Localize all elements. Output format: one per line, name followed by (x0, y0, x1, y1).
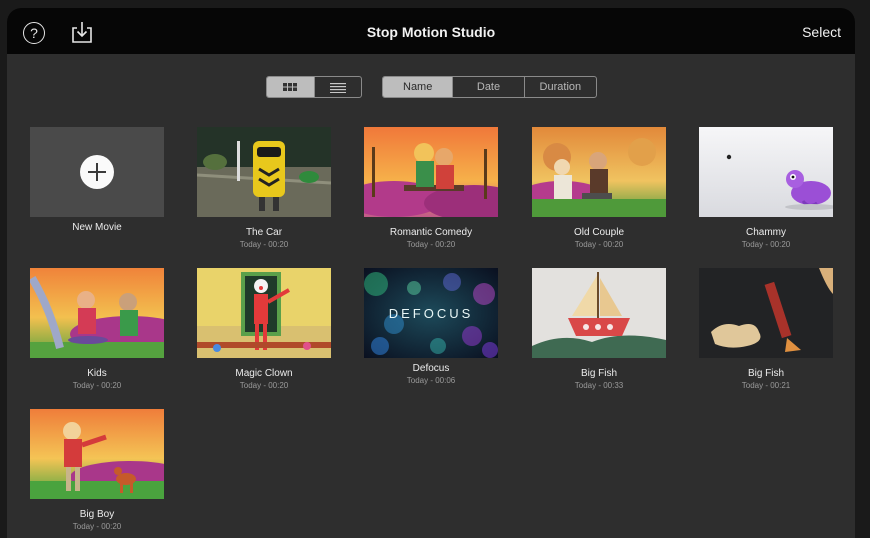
movie-thumbnail-magic-clown (197, 268, 331, 358)
movie-thumbnail-the-car (196, 127, 332, 217)
movie-thumbnail-kids (28, 268, 190, 358)
movie-tile[interactable]: Magic Clown Today - 00:20 (197, 268, 331, 392)
new-movie-tile[interactable]: New Movie (30, 127, 164, 234)
tile-title: Romantic Comedy (389, 227, 473, 238)
movie-tile[interactable]: The Car Today - 00:20 (196, 127, 332, 251)
movie-thumbnail-defocus: DEFOCUS (364, 268, 498, 358)
tile-title: Big Fish (747, 368, 785, 379)
select-button[interactable]: Select (802, 8, 841, 54)
tile-date-duration: Today - 00:20 (741, 240, 791, 249)
plus-circle-icon (80, 155, 114, 189)
tile-title: Defocus (412, 363, 450, 374)
tile-date-duration: Today - 00:20 (72, 381, 122, 390)
sort-duration-button[interactable]: Duration (523, 77, 596, 97)
tile-date-duration: Today - 00:06 (406, 376, 456, 385)
tile-date-duration: Today - 00:21 (741, 381, 791, 390)
view-mode-toggle (266, 76, 362, 98)
tile-date-duration: Today - 00:20 (239, 240, 289, 249)
tile-title: The Car (245, 227, 283, 238)
tile-date-duration: Today - 00:20 (406, 240, 456, 249)
tile-title: Big Fish (580, 368, 618, 379)
defocus-overlay-title: DEFOCUS (388, 306, 474, 321)
movie-tile[interactable]: Kids Today - 00:20 (28, 268, 190, 392)
list-view-button[interactable] (313, 77, 362, 97)
tile-date-duration: Today - 00:20 (72, 522, 122, 531)
movie-tile[interactable]: Romantic Comedy Today - 00:20 (344, 127, 524, 251)
movie-tile[interactable]: Big Boy Today - 00:20 (30, 409, 190, 533)
movie-thumbnail-big-fish-2 (699, 268, 833, 358)
app-window: ? Stop Motion Studio Select Name Date Du… (7, 8, 855, 538)
movie-thumbnail-chammy (699, 127, 837, 217)
movie-thumbnail-old-couple (517, 127, 666, 217)
movie-thumbnail-big-boy (30, 409, 190, 499)
grid-view-button[interactable] (267, 77, 314, 97)
navigation-bar: ? Stop Motion Studio Select (7, 8, 855, 54)
tile-title: Old Couple (573, 227, 625, 238)
tile-title: New Movie (72, 222, 122, 233)
movie-tile[interactable]: Big Fish Today - 00:33 (532, 268, 666, 392)
movie-thumbnail-romantic-comedy (344, 127, 524, 221)
sort-name-button[interactable]: Name (383, 77, 453, 97)
app-title: Stop Motion Studio (366, 24, 496, 40)
sort-segmented-control: Name Date Duration (382, 76, 597, 98)
sort-date-button[interactable]: Date (452, 77, 523, 97)
tile-date-duration: Today - 00:33 (574, 381, 624, 390)
movie-tile[interactable]: Big Fish Today - 00:21 (699, 268, 833, 392)
new-movie-thumbnail (30, 127, 164, 217)
tile-title: Magic Clown (235, 368, 293, 379)
movie-tile[interactable]: Old Couple Today - 00:20 (517, 127, 666, 251)
tile-title: Kids (87, 368, 107, 379)
list-icon (329, 82, 346, 93)
tile-date-duration: Today - 00:20 (574, 240, 624, 249)
tile-date-duration: Today - 00:20 (239, 381, 289, 390)
movie-tile[interactable]: DEFOCUS Defocus Today - 00:06 (364, 268, 498, 387)
tile-title: Big Boy (79, 509, 115, 520)
movie-thumbnail-big-fish-1 (532, 268, 666, 358)
grid-icon (283, 83, 298, 91)
tile-title: Chammy (745, 227, 786, 238)
movie-tile[interactable]: Chammy Today - 00:20 (699, 127, 837, 251)
